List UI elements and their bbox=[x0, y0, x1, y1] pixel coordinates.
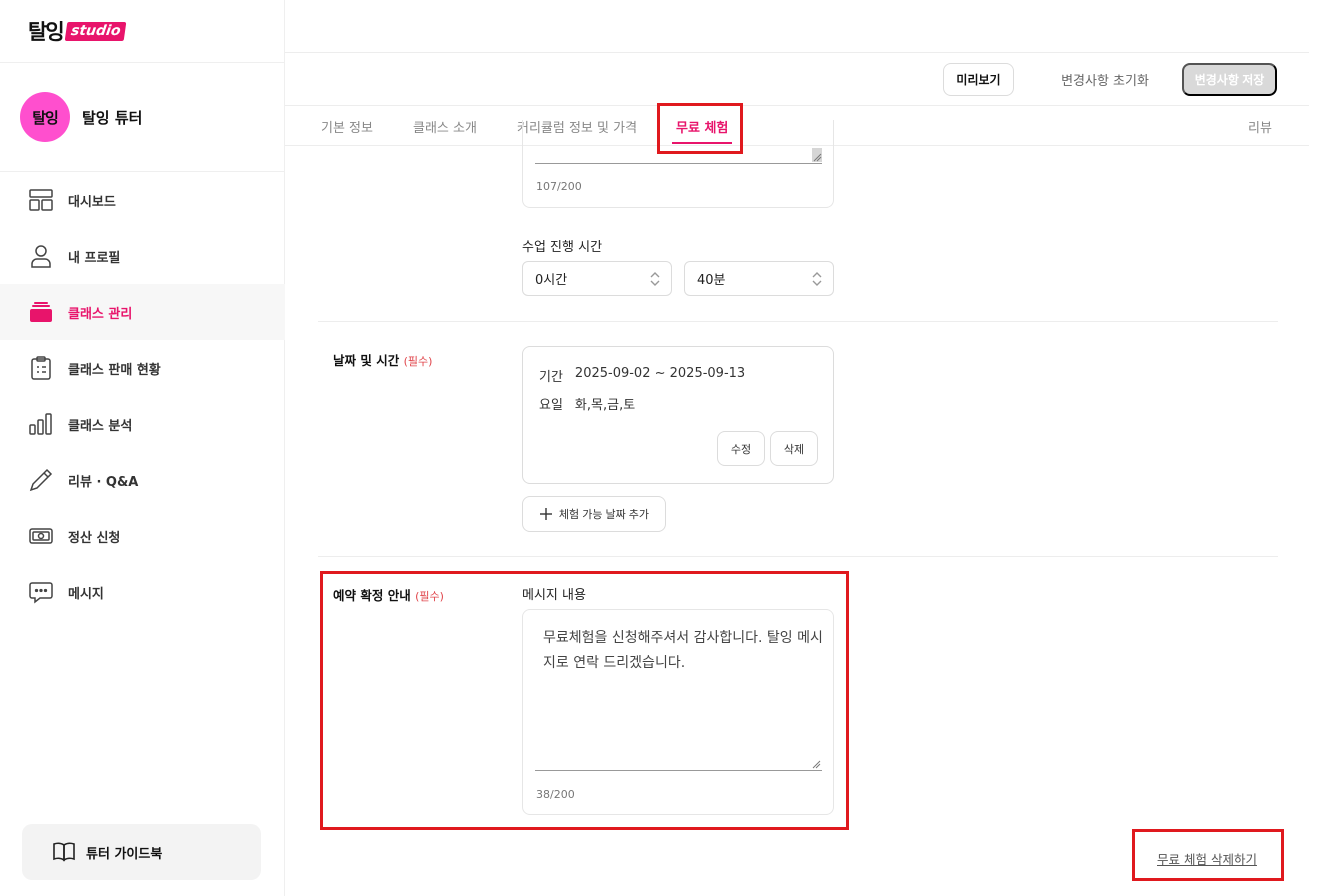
trial-intro-textarea-card[interactable]: 107/200 bbox=[522, 120, 834, 208]
duration-label: 수업 진행 시간 bbox=[522, 240, 603, 255]
guidebook-label: 튜터 가이드북 bbox=[86, 846, 163, 862]
logo-text: 탈잉 bbox=[28, 20, 65, 44]
logo-studio-tag: studio bbox=[64, 21, 127, 41]
period-row: 기간 2025-09-02 ~ 2025-09-13 bbox=[539, 366, 745, 385]
book-icon bbox=[52, 841, 76, 863]
logo[interactable]: 탈잉 studio bbox=[28, 16, 127, 46]
add-trial-date-label: 체험 가능 날짜 추가 bbox=[558, 509, 650, 521]
sidebar-item-reviews-qna[interactable]: 리뷰 · Q&A bbox=[0, 452, 285, 508]
sidebar-nav: 대시보드 내 프로필 클래스 관리 클래스 판매 현황 클래스 분석 리뷰 · … bbox=[0, 172, 285, 620]
sidebar-item-label: 리뷰 · Q&A bbox=[68, 474, 139, 490]
schedule-section-label: 날짜 및 시간 (필수) bbox=[333, 350, 432, 369]
chevron-updown-icon bbox=[650, 272, 660, 286]
add-trial-date-button[interactable]: 체험 가능 날짜 추가 bbox=[522, 496, 666, 532]
plus-icon bbox=[539, 508, 552, 520]
edit-date-button[interactable]: 수정 bbox=[717, 431, 765, 466]
highlight-box-delete bbox=[1132, 829, 1284, 881]
preview-button[interactable]: 미리보기 bbox=[943, 63, 1014, 96]
user-icon bbox=[28, 243, 54, 269]
days-value: 화,목,금,토 bbox=[574, 398, 636, 413]
sidebar-item-settlement[interactable]: 정산 신청 bbox=[0, 508, 285, 564]
clipboard-icon bbox=[28, 355, 54, 381]
sidebar-item-messages[interactable]: 메시지 bbox=[0, 564, 285, 620]
sidebar-item-sales-status[interactable]: 클래스 판매 현황 bbox=[0, 340, 285, 396]
sidebar-item-profile[interactable]: 내 프로필 bbox=[0, 228, 285, 284]
days-row: 요일 화,목,금,토 bbox=[539, 394, 635, 413]
minutes-select-value: 40분 bbox=[697, 273, 726, 288]
profile-name: 탈잉 튜터 bbox=[82, 108, 143, 127]
section-divider bbox=[318, 321, 1278, 322]
delete-date-button[interactable]: 삭제 bbox=[770, 431, 818, 466]
sidebar-item-label: 클래스 관리 bbox=[68, 306, 133, 322]
period-key: 기간 bbox=[539, 370, 563, 385]
dashboard-icon bbox=[28, 187, 54, 213]
days-key: 요일 bbox=[539, 398, 563, 413]
money-icon bbox=[28, 523, 54, 549]
sidebar-item-label: 내 프로필 bbox=[68, 250, 121, 266]
reset-changes-button[interactable]: 변경사항 초기화 bbox=[1045, 63, 1165, 96]
class-stack-icon bbox=[28, 299, 54, 325]
period-value: 2025-09-02 ~ 2025-09-13 bbox=[574, 366, 746, 381]
char-counter: 107/200 bbox=[536, 180, 582, 193]
sidebar-item-label: 대시보드 bbox=[68, 194, 116, 210]
editor-toolbar: 미리보기 변경사항 초기화 변경사항 저장 bbox=[285, 53, 1309, 106]
avatar: 탈잉 bbox=[20, 92, 70, 142]
trial-date-card: 기간 2025-09-02 ~ 2025-09-13 요일 화,목,금,토 수정… bbox=[522, 346, 834, 484]
resize-handle[interactable] bbox=[812, 148, 822, 162]
highlight-box-confirmation bbox=[320, 571, 849, 830]
sidebar-item-class-management[interactable]: 클래스 관리 bbox=[0, 284, 285, 340]
bar-chart-icon bbox=[28, 411, 54, 437]
pencil-icon bbox=[28, 467, 54, 493]
sidebar: 탈잉 studio 탈잉 탈잉 튜터 대시보드 내 프로필 클래스 관리 클래스… bbox=[0, 0, 285, 896]
textarea-bottom-border bbox=[535, 163, 822, 164]
tab-basic-info[interactable]: 기본 정보 bbox=[321, 106, 373, 146]
tutor-profile[interactable]: 탈잉 탈잉 튜터 bbox=[0, 62, 285, 172]
sidebar-item-dashboard[interactable]: 대시보드 bbox=[0, 172, 285, 228]
required-badge: (필수) bbox=[403, 355, 433, 368]
minutes-select[interactable]: 40분 bbox=[684, 261, 834, 296]
schedule-label-text: 날짜 및 시간 bbox=[333, 353, 400, 368]
chevron-updown-icon bbox=[812, 272, 822, 286]
sidebar-item-analytics[interactable]: 클래스 분석 bbox=[0, 396, 285, 452]
tutor-guidebook-button[interactable]: 튜터 가이드북 bbox=[22, 824, 261, 880]
hours-select[interactable]: 0시간 bbox=[522, 261, 672, 296]
sidebar-item-label: 정산 신청 bbox=[68, 530, 121, 546]
section-divider bbox=[318, 556, 1278, 557]
chat-icon bbox=[28, 579, 54, 605]
sidebar-item-label: 메시지 bbox=[68, 586, 104, 602]
sidebar-item-label: 클래스 판매 현황 bbox=[68, 362, 161, 378]
tab-class-intro[interactable]: 클래스 소개 bbox=[413, 106, 477, 146]
save-changes-button[interactable]: 변경사항 저장 bbox=[1182, 63, 1277, 96]
hours-select-value: 0시간 bbox=[535, 273, 568, 288]
tab-review[interactable]: 리뷰 bbox=[1248, 106, 1272, 146]
sidebar-item-label: 클래스 분석 bbox=[68, 418, 133, 434]
